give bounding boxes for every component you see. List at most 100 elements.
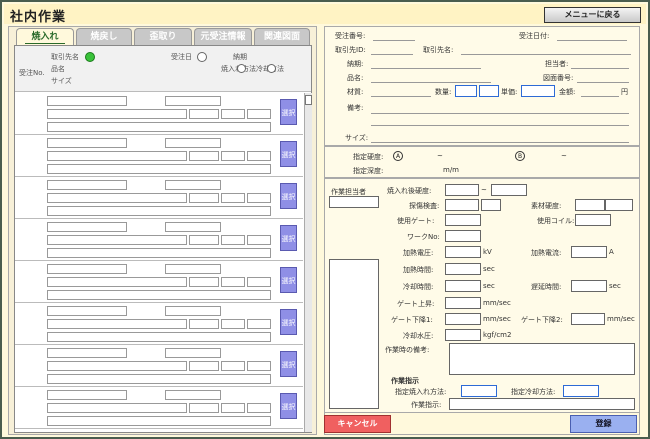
gate-label: 使用ゲート: <box>397 217 435 225</box>
table-row[interactable]: 選択 <box>15 345 303 387</box>
cancel-button[interactable]: キャンセル <box>324 415 391 433</box>
back-to-menu-button[interactable]: メニューに戻る <box>544 7 641 23</box>
tab-straighten[interactable]: 歪取り <box>134 28 192 45</box>
flaw-label: 探傷検査: <box>409 202 440 210</box>
row-size <box>47 374 271 384</box>
table-row[interactable]: 選択 <box>15 387 303 429</box>
row-cool <box>247 109 271 119</box>
quench-hardness-max[interactable] <box>491 184 527 196</box>
worker-field[interactable] <box>329 196 379 208</box>
title-bar: 社内作業 メニューに戻る <box>4 4 646 25</box>
quantity-unit-field[interactable] <box>479 85 499 97</box>
row-client <box>47 138 127 148</box>
quantity-label: 数量: <box>435 88 452 96</box>
quench-radio-icon[interactable] <box>237 64 246 73</box>
row-client <box>47 180 127 190</box>
row-select-button[interactable]: 選択 <box>280 351 297 377</box>
gate-down1-label: ゲート下降1: <box>391 316 433 324</box>
work-section: 作業担当者 焼入れ後硬度: ~ 探傷検査: 素材硬度: 使用ゲート: 使用コイル… <box>324 178 640 413</box>
tab-related-drawing[interactable]: 関連図面 <box>254 28 310 45</box>
col-order-no: 受注No. <box>19 69 45 77</box>
row-order-date <box>165 390 221 400</box>
register-button[interactable]: 登録 <box>570 415 637 433</box>
material-hardness-field[interactable] <box>575 199 605 211</box>
client-id-label: 取引先ID: <box>335 46 366 54</box>
flaw-field-2[interactable] <box>481 199 501 211</box>
row-select-button[interactable]: 選択 <box>280 99 297 125</box>
material-hardness-field-2[interactable] <box>605 199 633 211</box>
row-size <box>47 332 271 342</box>
client-name-value <box>461 54 631 55</box>
size-value <box>371 142 629 143</box>
row-cool <box>247 403 271 413</box>
hardness-label: 指定硬度: <box>353 153 384 161</box>
gate-down2-field[interactable] <box>571 313 605 325</box>
worker-list[interactable] <box>329 259 379 409</box>
row-select-button[interactable]: 選択 <box>280 267 297 293</box>
work-no-field[interactable] <box>445 230 481 242</box>
row-order-date <box>165 138 221 148</box>
table-row[interactable]: 選択 <box>15 93 303 135</box>
gate-down2-label: ゲート下降2: <box>521 316 563 324</box>
row-select-button[interactable]: 選択 <box>280 309 297 335</box>
work-remarks-label: 作業時の備考: <box>385 346 430 354</box>
heat-time-field[interactable] <box>445 263 481 275</box>
order-date-radio-icon[interactable] <box>197 52 207 62</box>
tab-original-order[interactable]: 元受注情報 <box>194 28 252 45</box>
tab-temper[interactable]: 焼戻し <box>76 28 132 45</box>
scroll-thumb[interactable] <box>305 95 312 105</box>
row-item-extra <box>189 235 219 245</box>
voltage-field[interactable] <box>445 246 481 258</box>
row-select-button[interactable]: 選択 <box>280 141 297 167</box>
table-row[interactable]: 選択 <box>15 303 303 345</box>
quench-hardness-min[interactable] <box>445 184 479 196</box>
instruction-field[interactable] <box>449 398 635 410</box>
spec-cool-field[interactable] <box>563 385 599 397</box>
material-hardness-label: 素材硬度: <box>531 202 562 210</box>
person-label: 担当者: <box>545 60 569 68</box>
gate-field[interactable] <box>445 214 481 226</box>
row-select-button[interactable]: 選択 <box>280 393 297 419</box>
delay-time-unit: sec <box>609 282 621 290</box>
cool-pressure-unit: kgf/cm2 <box>483 331 512 339</box>
row-client <box>47 306 127 316</box>
row-order-date <box>165 180 221 190</box>
app-title: 社内作業 <box>10 10 67 25</box>
delay-time-field[interactable] <box>571 280 607 292</box>
table-row[interactable]: 選択 <box>15 261 303 303</box>
grid-scrollbar[interactable] <box>304 93 312 432</box>
row-order-no <box>17 108 45 116</box>
work-remarks-field[interactable] <box>449 343 635 375</box>
item-value <box>371 82 491 83</box>
cool-time-field[interactable] <box>445 280 481 292</box>
row-cool <box>247 235 271 245</box>
hardness-tilde-b: ~ <box>561 152 567 160</box>
row-order-date <box>165 264 221 274</box>
cool-pressure-field[interactable] <box>445 329 481 341</box>
row-order-no <box>17 360 45 368</box>
table-row[interactable]: 選択 <box>15 177 303 219</box>
depth-unit: m/m <box>443 166 459 174</box>
table-row[interactable]: 選択 <box>15 219 303 261</box>
quantity-field[interactable] <box>455 85 477 97</box>
row-order-no <box>17 192 45 200</box>
heat-time-label: 加熱時間: <box>403 266 434 274</box>
tab-quench[interactable]: 焼入れ <box>16 28 74 46</box>
gate-down1-field[interactable] <box>445 313 481 325</box>
mark-a-icon: A <box>393 151 403 161</box>
current-field[interactable] <box>571 246 607 258</box>
row-select-button[interactable]: 選択 <box>280 183 297 209</box>
table-row[interactable]: 選択 <box>15 135 303 177</box>
row-select-button[interactable]: 選択 <box>280 225 297 251</box>
cool-radio-icon[interactable] <box>267 64 276 73</box>
unit-price-field[interactable] <box>521 85 555 97</box>
spec-quench-field[interactable] <box>461 385 497 397</box>
order-date-value <box>557 40 627 41</box>
row-order-no <box>17 402 45 410</box>
row-order-date <box>165 348 221 358</box>
flaw-field[interactable] <box>445 199 479 211</box>
gate-up-field[interactable] <box>445 297 481 309</box>
cool-pressure-label: 冷却水圧: <box>403 332 434 340</box>
row-item <box>47 361 187 371</box>
coil-field[interactable] <box>575 214 611 226</box>
